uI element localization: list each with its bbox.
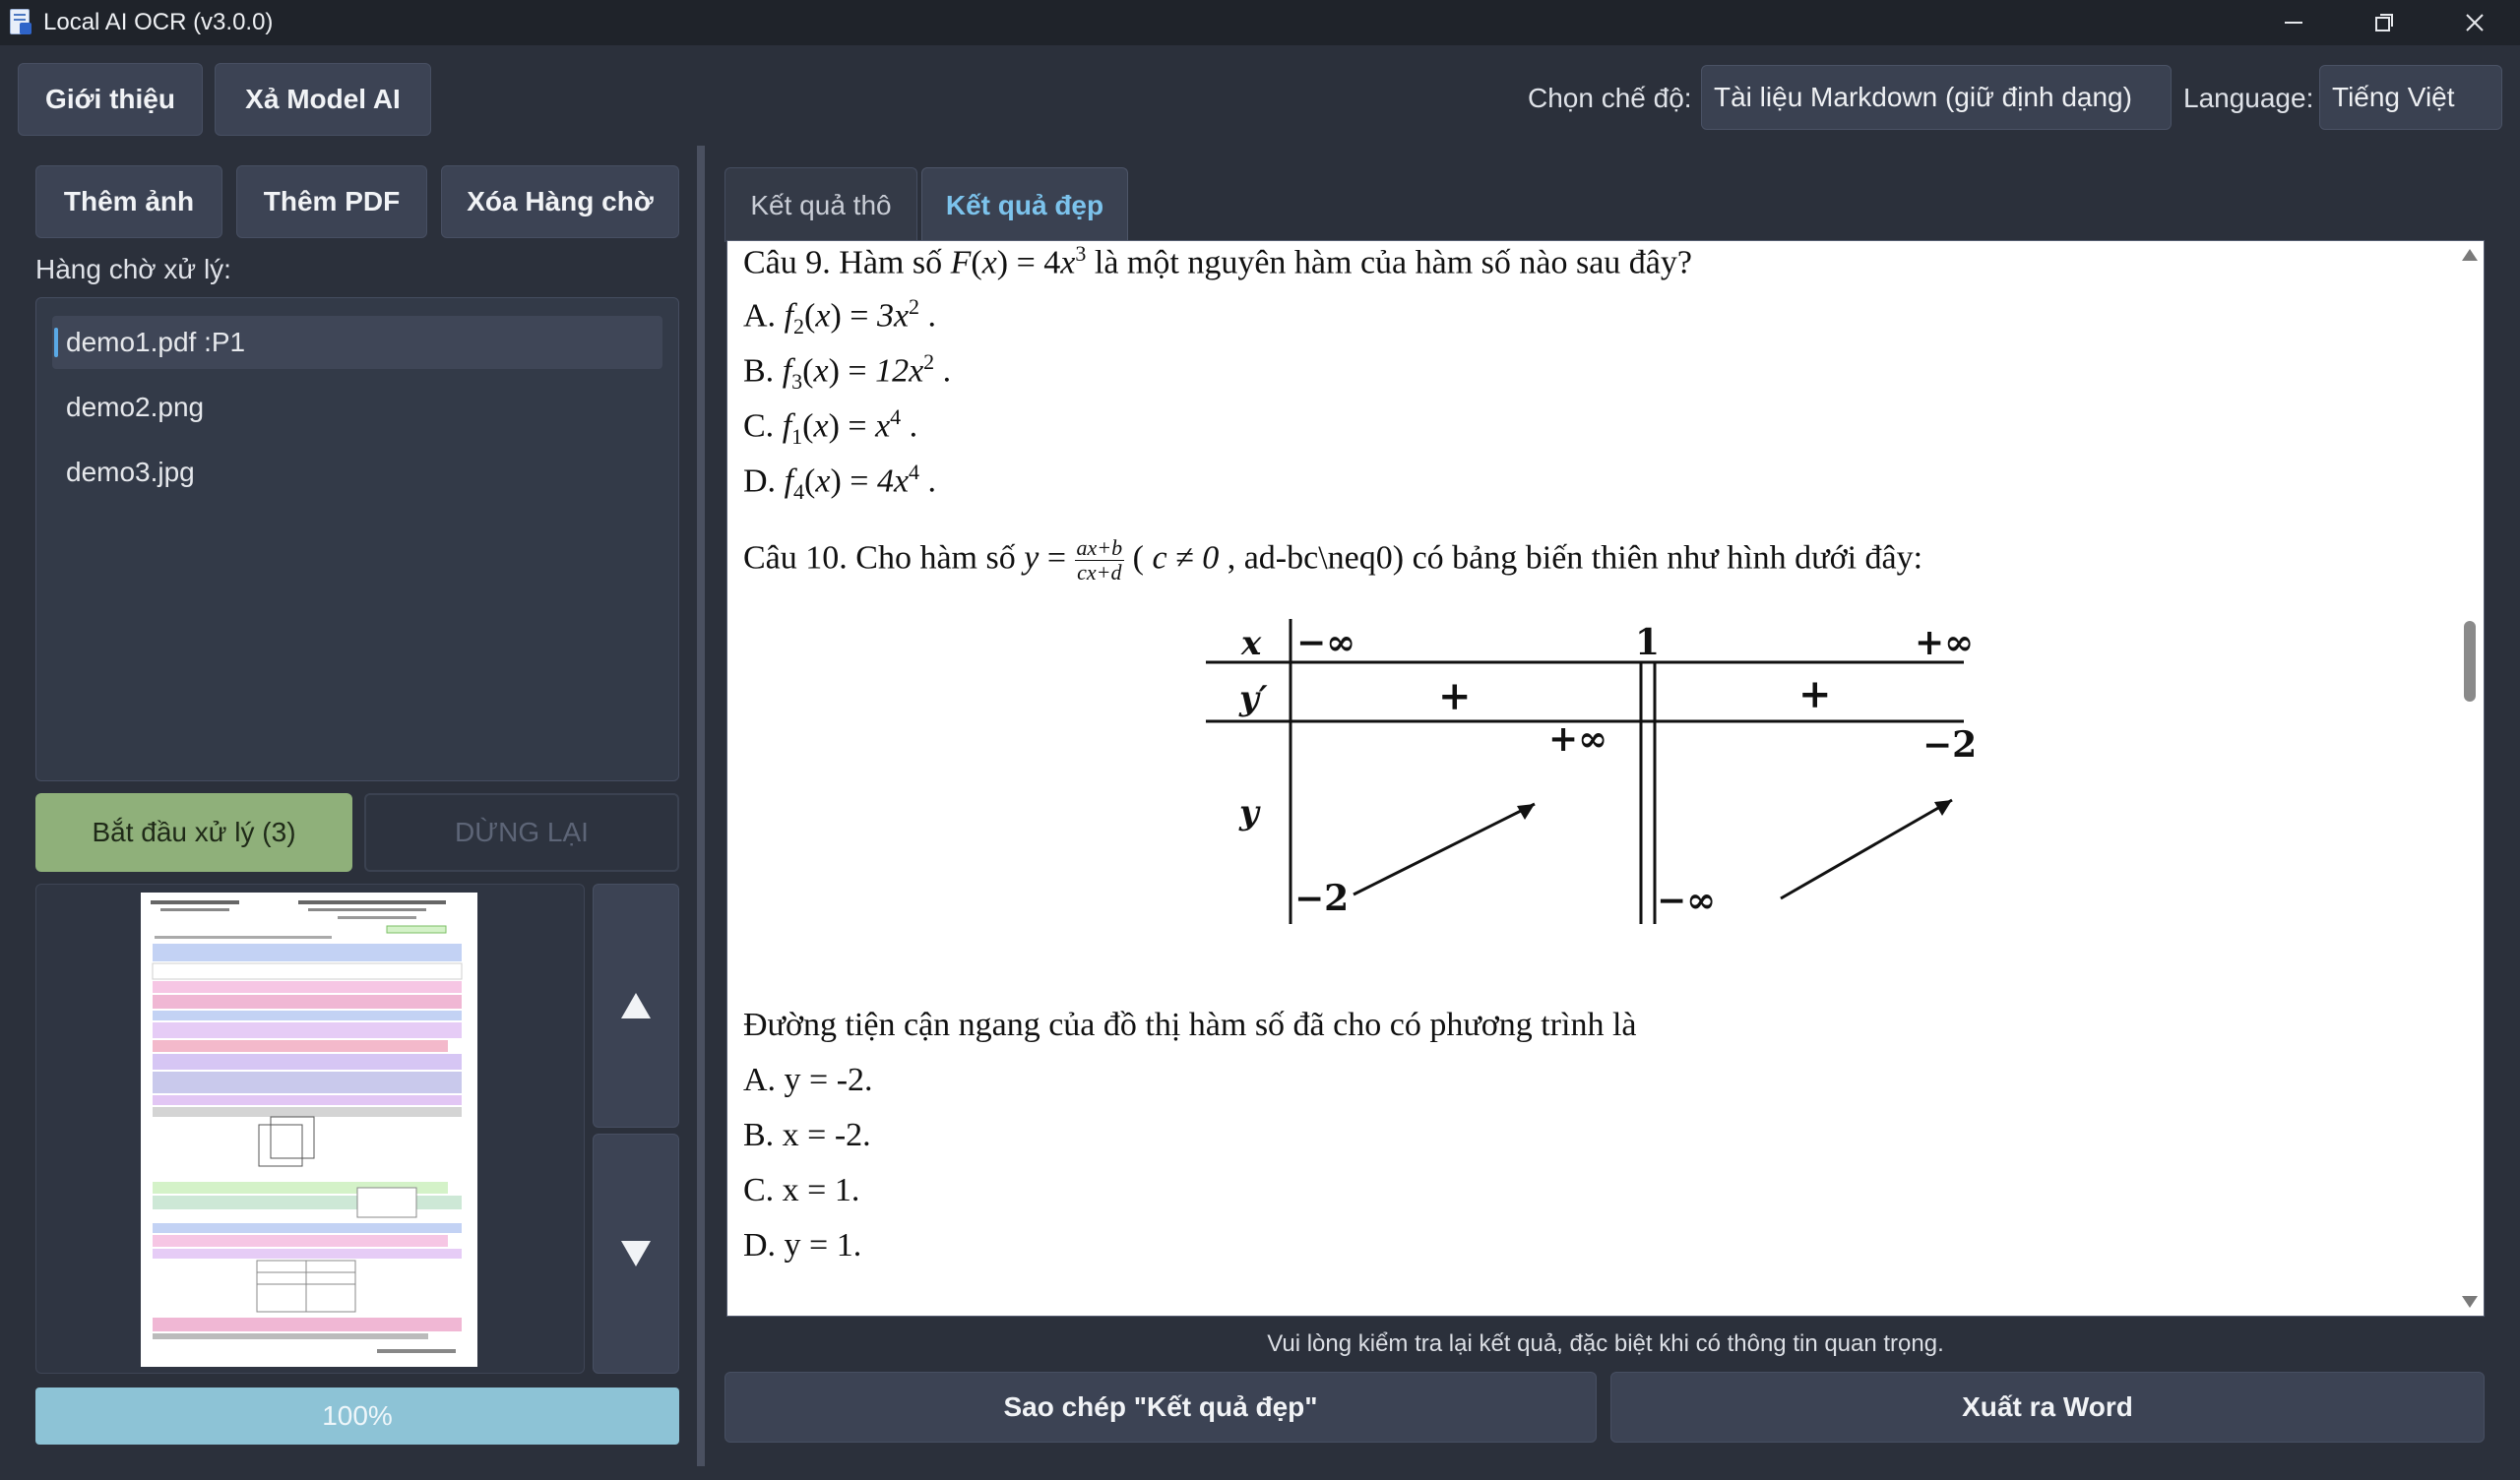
- asymptote-question: Đường tiện cận ngang của đồ thị hàm số đ…: [743, 1007, 1637, 1043]
- question-10: Câu 10. Cho hàm số y = ax+b cx+d ( c ≠ 0 …: [743, 535, 1923, 585]
- unload-model-button[interactable]: Xả Model AI: [215, 63, 431, 136]
- page-preview: [35, 884, 585, 1374]
- q9-option-b: B. f3(x) = 12x2 .: [743, 349, 952, 395]
- q9-option-a: A. f2(x) = 3x2 .: [743, 294, 937, 339]
- mode-label: Chọn chế độ:: [1528, 83, 1692, 113]
- page-up-button[interactable]: [593, 884, 679, 1128]
- table-plus-left: +: [1438, 673, 1472, 719]
- table-neg-inf: −∞: [1296, 622, 1355, 663]
- table-bottom-neg-two: −2: [1294, 878, 1349, 919]
- q9-option-c: C. f1(x) = x4 .: [743, 404, 918, 450]
- clear-queue-button[interactable]: Xóa Hàng chờ: [441, 165, 679, 238]
- close-icon: [2466, 14, 2484, 31]
- triangle-up-icon: [621, 993, 651, 1018]
- asymptote-option-a: A. y = -2.: [743, 1062, 873, 1098]
- tab-raw-result[interactable]: Kết quả thô: [724, 167, 917, 242]
- window-title: Local AI OCR (v3.0.0): [43, 9, 274, 35]
- title-bar: Local AI OCR (v3.0.0): [0, 0, 2520, 45]
- minimize-icon: [2285, 22, 2302, 24]
- minimize-button[interactable]: [2248, 0, 2339, 45]
- preview-thumbnail: [141, 893, 477, 1367]
- queue-item[interactable]: demo2.png: [52, 381, 662, 434]
- queue-item[interactable]: demo1.pdf :P1: [52, 316, 662, 369]
- language-label: Language:: [2183, 83, 2314, 113]
- result-view[interactable]: Câu 9. Hàm số F(x) = 4x3 là một nguyên h…: [726, 240, 2485, 1317]
- queue-label: Hàng chờ xử lý:: [35, 254, 231, 284]
- scroll-down-arrow-icon[interactable]: [2460, 1294, 2480, 1310]
- vertical-scrollbar[interactable]: [2454, 241, 2484, 1316]
- asymptote-option-c: C. x = 1.: [743, 1172, 860, 1208]
- table-plus-right: +: [1798, 671, 1832, 717]
- queue-item[interactable]: demo3.jpg: [52, 446, 662, 499]
- add-pdf-button[interactable]: Thêm PDF: [236, 165, 427, 238]
- scroll-up-arrow-icon[interactable]: [2460, 247, 2480, 263]
- export-word-button[interactable]: Xuất ra Word: [1610, 1372, 2485, 1443]
- restore-icon: [2375, 14, 2393, 31]
- start-processing-button[interactable]: Bắt đầu xử lý (3): [35, 793, 352, 872]
- fraction: ax+b cx+d: [1074, 535, 1125, 585]
- mode-select[interactable]: Tài liệu Markdown (giữ định dạng): [1701, 65, 2172, 130]
- table-x-label: x: [1240, 624, 1262, 663]
- document-thumbnail-image: [151, 900, 463, 1353]
- page-down-button[interactable]: [593, 1134, 679, 1374]
- scrollbar-thumb[interactable]: [2464, 621, 2476, 702]
- asymptote-option-b: B. x = -2.: [743, 1117, 871, 1153]
- table-bottom-neg-inf: −∞: [1657, 880, 1716, 921]
- restore-button[interactable]: [2339, 0, 2429, 45]
- table-yprime-label: y′: [1238, 679, 1268, 718]
- q9-option-d: D. f4(x) = 4x4 .: [743, 460, 937, 505]
- copy-pretty-result-button[interactable]: Sao chép "Kết quả đẹp": [724, 1372, 1597, 1443]
- intro-button[interactable]: Giới thiệu: [18, 63, 203, 136]
- panel-splitter[interactable]: [697, 146, 705, 1466]
- table-top-pos-inf: +∞: [1548, 718, 1607, 760]
- table-one: 1: [1635, 622, 1660, 663]
- close-button[interactable]: [2429, 0, 2520, 45]
- variation-table: x y′ y −∞ 1 +∞ + + +∞ −2 −2 −∞: [1206, 619, 1977, 924]
- table-pos-inf: +∞: [1915, 622, 1974, 663]
- tab-pretty-result[interactable]: Kết quả đẹp: [921, 167, 1128, 242]
- table-y-label: y: [1238, 793, 1261, 832]
- app-icon: [8, 8, 33, 37]
- language-select[interactable]: Tiếng Việt: [2319, 65, 2502, 130]
- add-image-button[interactable]: Thêm ảnh: [35, 165, 222, 238]
- question-9: Câu 9. Hàm số F(x) = 4x3 là một nguyên h…: [743, 241, 1692, 281]
- stop-button[interactable]: DỪNG LẠI: [364, 793, 679, 872]
- verification-note: Vui lòng kiểm tra lại kết quả, đặc biệt …: [1267, 1330, 1944, 1357]
- asymptote-option-d: D. y = 1.: [743, 1227, 862, 1264]
- table-top-neg-two: −2: [1922, 724, 1977, 766]
- triangle-down-icon: [621, 1241, 651, 1266]
- queue-list[interactable]: demo1.pdf :P1 demo2.png demo3.jpg: [35, 297, 679, 781]
- progress-bar: 100%: [35, 1388, 679, 1445]
